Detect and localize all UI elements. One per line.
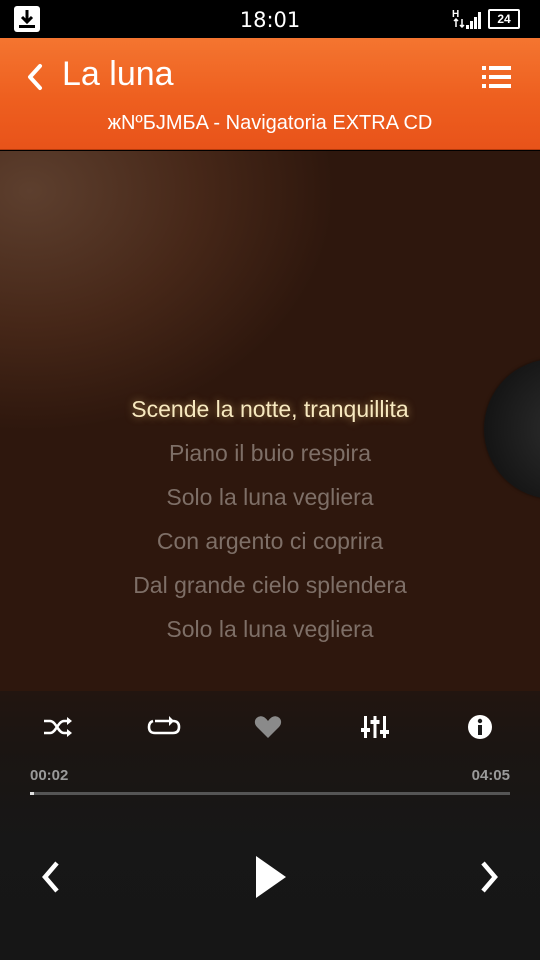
playlist-button[interactable] — [480, 62, 514, 92]
equalizer-button[interactable] — [349, 701, 401, 753]
lyric-line-current: Scende la notte, tranquillita — [131, 396, 409, 422]
lyrics-panel[interactable]: Scende la notte, tranquillita Piano il b… — [0, 151, 540, 691]
app-header: La luna жNºБJMБA - Navigatoria EXTRA CD — [0, 38, 540, 150]
previous-button[interactable] — [20, 847, 80, 907]
repeat-icon — [147, 716, 181, 735]
progress-fill — [30, 792, 34, 795]
progress-bar[interactable] — [30, 792, 510, 795]
battery-icon: 24 — [488, 9, 520, 29]
info-icon — [468, 715, 492, 739]
player-controls: 00:02 04:05 — [0, 691, 540, 960]
play-button[interactable] — [240, 847, 300, 907]
back-button[interactable] — [18, 56, 52, 96]
total-time: 04:05 — [471, 767, 510, 784]
lyric-line: Dal grande cielo splendera — [133, 572, 407, 598]
chevron-left-icon — [28, 64, 42, 90]
lyric-line: Solo la luna vegliera — [166, 616, 374, 642]
heart-icon — [254, 716, 282, 738]
shuffle-button[interactable] — [32, 701, 84, 753]
info-button[interactable] — [454, 701, 506, 753]
previous-icon — [42, 861, 59, 893]
lyrics-list: Scende la notte, tranquillita Piano il b… — [0, 387, 540, 651]
equalizer-icon — [361, 716, 389, 738]
shuffle-icon — [44, 717, 72, 737]
lyric-line: Con argento ci coprira — [156, 528, 384, 554]
status-bar: 18:01 H 24 — [0, 0, 540, 38]
play-icon — [256, 856, 286, 898]
signal-icon: H — [452, 7, 482, 31]
song-artist-album: жNºБJMБA - Navigatoria EXTRA CD — [107, 112, 433, 134]
elapsed-time: 00:02 — [30, 767, 69, 784]
repeat-button[interactable] — [138, 701, 190, 753]
favorite-button[interactable] — [242, 701, 294, 753]
next-icon — [481, 861, 498, 893]
next-button[interactable] — [460, 847, 520, 907]
song-title: La luna — [62, 55, 174, 93]
list-icon — [482, 66, 511, 88]
lyric-line: Solo la luna vegliera — [166, 484, 374, 510]
lyric-line: Piano il buio respira — [168, 440, 371, 466]
